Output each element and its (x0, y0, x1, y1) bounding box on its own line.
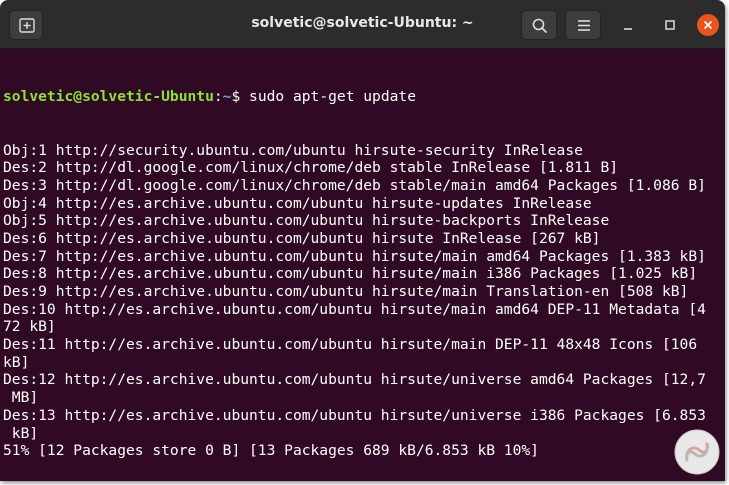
output-line: Des:11 http://es.archive.ubuntu.com/ubun… (3, 336, 698, 354)
prompt-symbol: $ (231, 88, 250, 106)
search-icon (532, 18, 547, 33)
solvetic-logo-icon (674, 429, 720, 475)
minimize-button[interactable] (615, 12, 641, 38)
output-line: Obj:5 http://es.archive.ubuntu.com/ubunt… (3, 212, 610, 230)
output-line: MB] (3, 389, 39, 407)
close-button[interactable] (695, 12, 721, 38)
terminal-output-area[interactable]: solvetic@solvetic-Ubuntu:~$ sudo apt-get… (0, 49, 725, 481)
prompt-user-host: solvetic@solvetic-Ubuntu (3, 88, 214, 106)
output-line: 51% [12 Packages store 0 B] [13 Packages… (3, 442, 539, 460)
output-line: kB] (3, 353, 30, 371)
hamburger-menu-icon (578, 20, 590, 31)
prompt-line: solvetic@solvetic-Ubuntu:~$ sudo apt-get… (3, 88, 706, 106)
output-line: Des:13 http://es.archive.ubuntu.com/ubun… (3, 406, 706, 424)
output-line: Obj:1 http://security.ubuntu.com/ubuntu … (3, 141, 583, 159)
search-button[interactable] (521, 10, 557, 40)
menu-button[interactable] (565, 10, 601, 40)
maximize-icon (665, 20, 675, 30)
terminal-text: solvetic@solvetic-Ubuntu:~$ sudo apt-get… (3, 53, 706, 460)
output-line: Des:2 http://dl.google.com/linux/chrome/… (3, 159, 619, 177)
terminal-window: solvetic@solvetic-Ubuntu: ~ solvetic@sol… (0, 0, 725, 481)
output-line: Des:9 http://es.archive.ubuntu.com/ubunt… (3, 283, 689, 300)
output-line: Des:12 http://es.archive.ubuntu.com/ubun… (3, 371, 706, 389)
output-line: Des:10 http://es.archive.ubuntu.com/ubun… (3, 300, 706, 318)
output-line: Des:6 http://es.archive.ubuntu.com/ubunt… (3, 229, 601, 247)
output-line: kB] (3, 424, 39, 442)
output-line: Des:7 http://es.archive.ubuntu.com/ubunt… (3, 247, 706, 265)
output-line: Des:8 http://es.archive.ubuntu.com/ubunt… (3, 265, 698, 283)
output-line: Des:3 http://dl.google.com/linux/chrome/… (3, 176, 706, 194)
prompt-command: sudo apt-get update (249, 88, 416, 106)
maximize-button[interactable] (657, 12, 683, 38)
prompt-colon: : (213, 88, 223, 106)
output-line: Obj:4 http://es.archive.ubuntu.com/ubunt… (3, 194, 592, 212)
output-line: 72 kB] (3, 318, 56, 336)
title-bar[interactable]: solvetic@solvetic-Ubuntu: ~ (0, 0, 725, 49)
